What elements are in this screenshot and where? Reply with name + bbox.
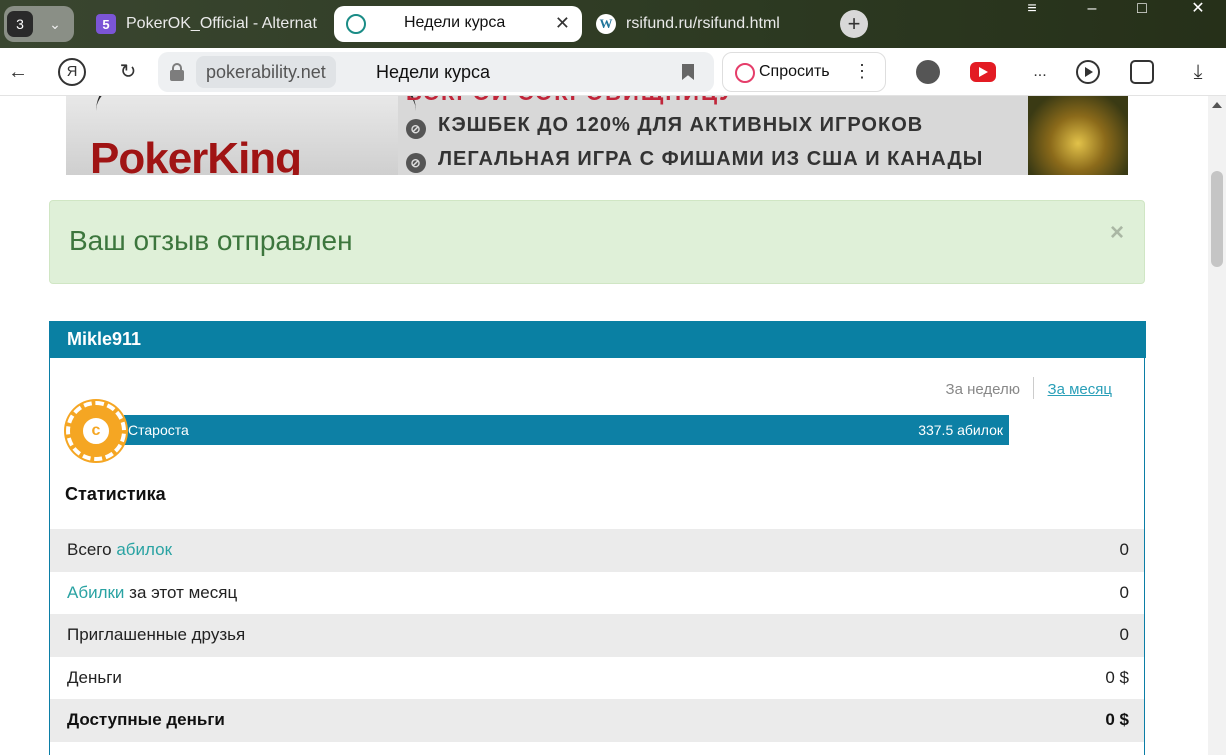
rank-progress-fill <box>124 415 1009 445</box>
tab-title: rsifund.ru/rsifund.html <box>626 15 780 32</box>
download-icon[interactable]: ⤓ <box>1186 60 1210 84</box>
ask-alice-button[interactable]: Спросить ⋮ <box>722 52 886 92</box>
stats-title: Статистика <box>65 484 166 504</box>
pokerability-icon <box>346 14 366 34</box>
chevron-down-icon[interactable]: ⌄ <box>42 11 68 37</box>
rank-progress: Староста 337.5 абилок c <box>66 401 1011 461</box>
tab-active-weeks[interactable]: Недели курса ✕ <box>334 6 582 42</box>
stats-row-total-abilki: Всего абилок 0 <box>50 529 1144 572</box>
lock-icon[interactable] <box>170 63 184 81</box>
rank-progress-bar: Староста 337.5 абилок <box>124 415 1009 445</box>
reload-icon[interactable]: ↻ <box>114 58 142 86</box>
period-week-tab[interactable]: За неделю <box>946 381 1020 398</box>
stats-label: Абилки за этот месяц <box>67 582 238 602</box>
stats-value: 0 <box>1119 540 1129 559</box>
stats-label: Приглашенные друзья <box>67 625 246 645</box>
address-bar[interactable]: pokerability.net Недели курса <box>158 52 714 92</box>
tab-count-badge: 3 <box>7 11 33 37</box>
browser-tab-strip: 3 ⌄ 5 PokerOK_Official - Alternat Недели… <box>0 0 1226 48</box>
back-arrow-icon[interactable]: ← <box>4 58 32 86</box>
wordpress-icon: W <box>596 14 616 34</box>
period-divider <box>1033 377 1034 399</box>
alert-message: Ваш отзыв отправлен <box>69 225 353 256</box>
stats-table: Всего абилок 0 Абилки за этот месяц 0 Пр… <box>50 529 1144 755</box>
profile-panel: Mikle911 За неделю За месяц Староста 337… <box>49 321 1146 755</box>
stats-label: Доступные деньги <box>67 710 225 730</box>
video-extension-icon[interactable] <box>970 62 996 82</box>
stats-label: Деньги <box>67 667 122 687</box>
tab-title: PokerOK_Official - Alternat <box>126 15 317 32</box>
scroll-up-icon[interactable] <box>1212 102 1222 108</box>
stats-value: 0 <box>1119 582 1129 602</box>
minimize-icon[interactable]: – <box>1078 0 1106 20</box>
banner-headline: ВСКРОЙ СОКРОВИЩНИЦУ <box>406 96 735 106</box>
stats-row-available-money: Доступные деньги 0 $ <box>50 699 1144 742</box>
rank-name: Староста <box>128 422 189 438</box>
abilki-link[interactable]: абилок <box>116 540 172 559</box>
html5-icon: 5 <box>96 14 116 34</box>
success-alert: Ваш отзыв отправлен × <box>49 200 1145 284</box>
tab-title: Недели курса <box>404 14 506 31</box>
bookmark-icon[interactable] <box>682 64 694 80</box>
poker-chip-icon: c <box>66 401 126 461</box>
alice-spark-icon <box>735 63 755 83</box>
address-page-title[interactable]: Недели курса <box>376 56 490 88</box>
close-icon[interactable]: ✕ <box>555 13 570 34</box>
stats-row-money: Деньги 0 $ <box>50 657 1144 700</box>
profile-panel-header: Mikle911 <box>50 321 1146 358</box>
ad-banner[interactable]: PokerKing ВСКРОЙ СОКРОВИЩНИЦУ ⊘КЭШБЕК ДО… <box>66 96 1128 175</box>
banner-line-1: ⊘ КЭШБЕК ДО 120% ДЛЯ АКТИВНЫХ ИГРОКОВ <box>406 114 923 139</box>
more-vertical-icon[interactable]: ⋮ <box>853 61 871 82</box>
alert-close-button[interactable]: × <box>1110 219 1124 247</box>
page-scrollbar[interactable] <box>1208 96 1226 755</box>
tab-counter[interactable]: 3 ⌄ <box>4 6 74 42</box>
extensions-overflow[interactable]: ... <box>1028 60 1052 84</box>
tab-pokerok[interactable]: 5 PokerOK_Official - Alternat <box>96 6 324 42</box>
maximize-icon[interactable]: □ <box>1128 0 1156 20</box>
window-close-icon[interactable]: ✕ <box>1184 0 1212 20</box>
treasure-chest-image <box>1028 96 1128 175</box>
stats-row-month-abilki: Абилки за этот месяц 0 <box>50 572 1144 615</box>
planet-extension-icon[interactable] <box>916 60 940 84</box>
media-play-icon[interactable] <box>1076 60 1100 84</box>
address-domain[interactable]: pokerability.net <box>196 56 336 88</box>
profile-username: Mikle911 <box>67 329 142 349</box>
stats-value: 0 <box>1119 625 1129 645</box>
ask-button-label: Спросить <box>759 63 830 80</box>
stats-value: 0 $ <box>1105 710 1129 730</box>
banner-brand-logo: PokerKing <box>90 134 302 175</box>
abilki-link[interactable]: Абилки <box>67 583 124 602</box>
new-tab-plus-icon[interactable]: + <box>840 10 868 38</box>
period-month-link[interactable]: За месяц <box>1048 381 1112 398</box>
check-icon: ⊘ <box>406 119 426 139</box>
stats-row-next <box>50 742 1144 755</box>
scrollbar-thumb[interactable] <box>1211 171 1223 267</box>
browser-toolbar: ← Я ↻ pokerability.net Недели курса Спро… <box>0 48 1226 96</box>
stats-row-invited-friends: Приглашенные друзья 0 <box>50 614 1144 657</box>
check-icon: ⊘ <box>406 153 426 173</box>
extension-puzzle-icon[interactable] <box>1130 60 1154 84</box>
rank-value: 337.5 абилок <box>918 422 1003 438</box>
banner-line-2: ⊘ ЛЕГАЛЬНАЯ ИГРА С ФИШАМИ ИЗ США И КАНАДЫ <box>406 148 983 173</box>
tab-rsifund[interactable]: W rsifund.ru/rsifund.html <box>596 6 826 42</box>
yandex-icon[interactable]: Я <box>58 58 86 86</box>
menu-icon[interactable]: ≡ <box>1018 0 1046 20</box>
stats-label: Всего абилок <box>67 540 173 559</box>
stats-value: 0 $ <box>1105 667 1129 687</box>
chip-letter: c <box>80 415 112 447</box>
